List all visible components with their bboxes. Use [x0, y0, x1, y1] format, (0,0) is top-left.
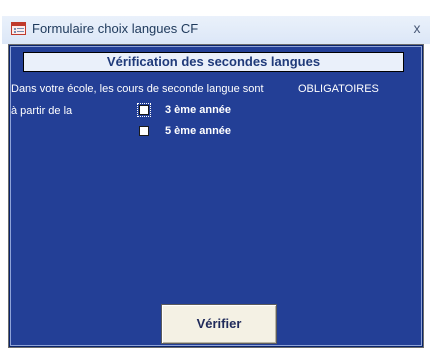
from-label: à partir de la — [11, 105, 73, 117]
form-icon — [11, 22, 26, 35]
status-value: OBLIGATOIRES — [298, 83, 379, 95]
option-label-3eme-annee: 3 ème année — [165, 104, 232, 116]
title-bar[interactable]: Formulaire choix langues CF x — [2, 16, 430, 44]
verify-button[interactable]: Vérifier — [161, 304, 277, 344]
checkbox-5eme-annee[interactable] — [139, 126, 149, 136]
form-body: Vérification des secondes langues Dans v… — [10, 46, 422, 346]
intro-text: Dans votre école, les cours de seconde l… — [11, 83, 264, 95]
window-title: Formulaire choix langues CF — [32, 21, 199, 36]
option-label-5eme-annee: 5 ème année — [165, 125, 232, 137]
form-window: Formulaire choix langues CF x Vérificati… — [0, 0, 432, 356]
form-header: Vérification des secondes langues — [23, 52, 404, 72]
checkbox-3eme-annee[interactable] — [137, 103, 151, 117]
close-icon[interactable]: x — [410, 20, 424, 36]
